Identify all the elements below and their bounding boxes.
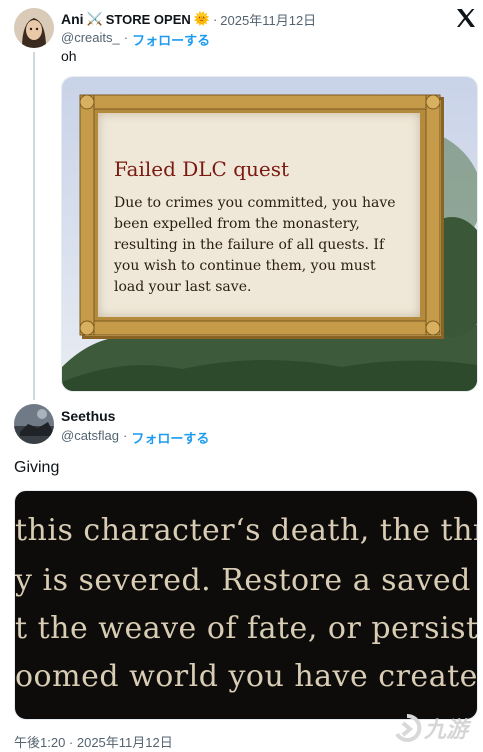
swords-emoji: ⚔️	[86, 11, 103, 26]
tweet2-handle-line: @catsflag · フォローする	[61, 428, 209, 447]
avatar-ani[interactable]	[14, 8, 54, 48]
author-handle[interactable]: @creaits_	[61, 30, 120, 49]
caption-line: this character‘s death, the thr	[15, 513, 477, 548]
tweet-date[interactable]: 2025年11月12日	[220, 10, 316, 29]
avatar-portrait-icon	[14, 8, 54, 48]
caption-line: t the weave of fate, or persist	[15, 611, 477, 646]
dialog-body: Due to crimes you committed, you have be…	[114, 195, 396, 295]
avatar-seethus[interactable]	[14, 404, 54, 444]
caption-text-area: this character‘s death, the thr y is sev…	[15, 491, 477, 719]
dot-separator: ·	[123, 428, 128, 443]
tweet1-text: oh	[61, 48, 77, 64]
nine-game-logo-icon	[395, 713, 422, 742]
tweet1-image[interactable]: Failed DLC quest Due to crimes you commi…	[61, 76, 478, 392]
avatar-landscape-icon	[14, 404, 54, 444]
dialog-title: Failed DLC quest	[114, 157, 290, 181]
tweet1-handle-line: @creaits_ · フォローする	[61, 30, 210, 49]
thread-line	[33, 52, 35, 400]
store-open-label: STORE OPEN	[105, 11, 191, 27]
x-logo-icon[interactable]	[454, 6, 478, 30]
follow-button[interactable]: フォローする	[132, 30, 210, 49]
caption-line: y is severed. Restore a saved g	[15, 563, 477, 598]
author-name[interactable]: Ani	[61, 11, 84, 27]
dot-separator: ·	[212, 11, 218, 27]
tweet-timestamp[interactable]: 午後1:20 · 2025年11月12日	[14, 732, 173, 751]
caption-line: oomed world you have created	[15, 659, 477, 694]
dot-separator: ·	[123, 30, 129, 45]
tweet2-image[interactable]: this character‘s death, the thr y is sev…	[14, 490, 478, 720]
tweet2-text: Giving	[14, 459, 60, 476]
sun-emoji: 🌞	[193, 11, 210, 26]
tweet1-header-line: Ani ⚔️ STORE OPEN 🌞 · 2025年11月12日	[61, 10, 316, 28]
author-name[interactable]: Seethus	[61, 408, 115, 424]
watermark-text: 九游	[424, 718, 469, 743]
follow-button[interactable]: フォローする	[131, 428, 209, 447]
author-handle[interactable]: @catsflag	[61, 428, 119, 447]
watermark-logo: 九游	[392, 712, 468, 744]
